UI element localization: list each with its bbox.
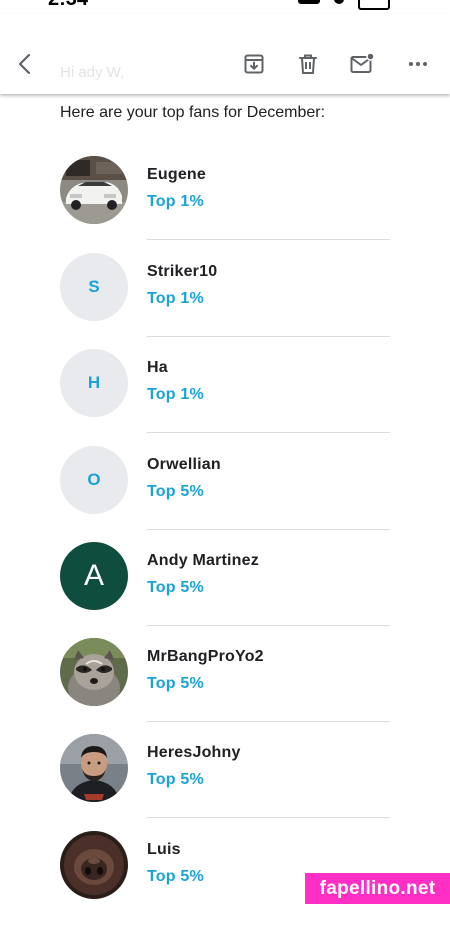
- email-greeting: Hi ady W,: [60, 64, 125, 81]
- avatar-letter: O: [60, 446, 128, 514]
- fan-name: Orwellian: [147, 456, 221, 473]
- divider: [147, 432, 390, 433]
- more-options-icon: [409, 62, 427, 66]
- fan-row[interactable]: O Orwellian Top 5%: [0, 446, 450, 542]
- fan-rank: Top 5%: [147, 579, 204, 596]
- fan-rank: Top 5%: [147, 675, 204, 692]
- fan-row[interactable]: A Andy Martinez Top 5%: [0, 542, 450, 638]
- delete-icon: [299, 54, 317, 74]
- divider: [147, 721, 390, 722]
- fan-name: Luis: [147, 841, 181, 858]
- fan-row[interactable]: H Ha Top 1%: [0, 349, 450, 445]
- email-toolbar: Hi ady W,: [0, 14, 450, 94]
- avatar-letter: A: [60, 542, 128, 610]
- fan-rank: Top 5%: [147, 483, 204, 500]
- status-bar: 2:34: [0, 0, 450, 14]
- mark-unread-button[interactable]: [348, 50, 376, 78]
- signal-icon: [298, 0, 320, 4]
- fan-row[interactable]: Eugene Top 1%: [0, 156, 450, 252]
- fan-rank: Top 1%: [147, 193, 204, 210]
- car-photo: [60, 156, 128, 224]
- fan-rank: Top 5%: [147, 771, 204, 788]
- avatar-car-photo: [60, 156, 128, 224]
- avatar-raccoon-photo: [60, 638, 128, 706]
- fan-row[interactable]: MrBangProYo2 Top 5%: [0, 638, 450, 734]
- fan-name: Ha: [147, 359, 168, 376]
- wifi-icon: [334, 0, 344, 4]
- fan-row[interactable]: S Striker10 Top 1%: [0, 253, 450, 349]
- delete-button[interactable]: [294, 50, 322, 78]
- battery-icon: [358, 0, 390, 10]
- dog-nose-photo: [60, 831, 128, 899]
- fan-rank: Top 1%: [147, 290, 204, 307]
- mark-unread-icon: [350, 52, 375, 73]
- divider: [147, 529, 390, 530]
- divider: [147, 239, 390, 240]
- avatar-dog-photo: [60, 831, 128, 899]
- back-button[interactable]: [12, 50, 40, 78]
- fan-name: HeresJohny: [147, 744, 241, 761]
- watermark: fapellino.net: [305, 873, 450, 904]
- fan-name: Eugene: [147, 166, 206, 183]
- fan-rank: Top 5%: [147, 868, 204, 885]
- email-intro-text: Here are your top fans for December:: [60, 104, 326, 121]
- fan-rank: Top 1%: [147, 386, 204, 403]
- archive-button[interactable]: [240, 50, 268, 78]
- divider: [147, 336, 390, 337]
- more-options-button[interactable]: [404, 50, 432, 78]
- fan-name: Andy Martinez: [147, 552, 259, 569]
- fan-row[interactable]: HeresJohny Top 5%: [0, 734, 450, 830]
- archive-icon: [244, 54, 264, 74]
- status-time: 2:34: [48, 0, 88, 11]
- fan-name: MrBangProYo2: [147, 648, 264, 665]
- portrait-photo: [60, 734, 128, 802]
- fan-name: Striker10: [147, 263, 218, 280]
- avatar-letter: H: [60, 349, 128, 417]
- status-icons: [298, 0, 390, 10]
- avatar-letter: S: [60, 253, 128, 321]
- raccoon-photo: [60, 638, 128, 706]
- back-arrow-icon: [18, 53, 31, 75]
- avatar-portrait-photo: [60, 734, 128, 802]
- divider: [147, 817, 390, 818]
- divider: [147, 625, 390, 626]
